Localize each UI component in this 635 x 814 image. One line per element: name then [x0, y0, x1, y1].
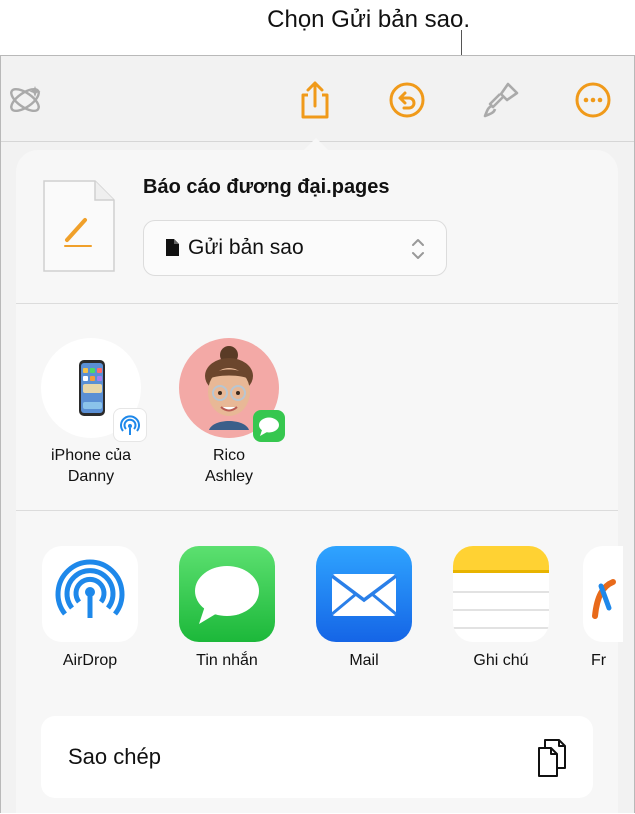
divider: [16, 510, 618, 511]
contact-name-line1: Rico: [212, 447, 245, 464]
app-label: Ghi chú: [473, 652, 529, 669]
device-avatar: [41, 338, 147, 442]
mail-app-icon: [316, 546, 412, 642]
contact-name-line2: Ashley: [204, 468, 254, 485]
paintbrush-icon[interactable]: [479, 78, 523, 122]
contact-iphone-danny[interactable]: iPhone của Danny: [36, 338, 147, 487]
share-sheet: Báo cáo đương đại.pages Gửi bản sao iPho…: [16, 150, 623, 813]
freeform-app-icon: [583, 546, 623, 642]
undo-icon[interactable]: [385, 78, 429, 122]
app-label: Mail: [349, 652, 379, 669]
copy-label: Sao chép: [68, 744, 161, 769]
app-label: Fr: [591, 652, 607, 669]
more-icon[interactable]: [571, 78, 615, 122]
messages-app-icon: [179, 546, 275, 642]
app-label: Tin nhắn: [196, 652, 258, 669]
notes-app-icon: [453, 546, 549, 642]
app-messages[interactable]: Tin nhắn: [172, 546, 282, 670]
chevron-updown-icon: [412, 239, 424, 259]
app-mail[interactable]: Mail: [309, 546, 419, 670]
airdrop-icon: [120, 415, 140, 435]
contact-name-line1: iPhone của: [50, 447, 132, 464]
document-icon: [166, 239, 179, 256]
share-icon[interactable]: [293, 78, 337, 122]
avatar: [179, 338, 285, 442]
app-label: AirDrop: [62, 652, 118, 669]
app-partial[interactable]: Fr: [583, 546, 623, 670]
message-bubble-icon: [259, 417, 279, 436]
send-option-select[interactable]: Gửi bản sao: [143, 220, 447, 276]
app-window: Báo cáo đương đại.pages Gửi bản sao iPho…: [0, 55, 635, 813]
divider: [16, 303, 618, 304]
app-notes[interactable]: Ghi chú: [446, 546, 556, 670]
airdrop-badge: [113, 408, 147, 442]
contact-name-line2: Danny: [67, 468, 115, 485]
callout-text: Chọn Gửi bản sao.: [267, 6, 470, 33]
messages-badge: [253, 410, 285, 442]
copy-icon: [538, 739, 566, 777]
copy-action[interactable]: Sao chép: [41, 716, 593, 798]
app-airdrop[interactable]: AirDrop: [35, 546, 145, 670]
toolbar: [1, 56, 634, 142]
airdrop-app-icon: [42, 546, 138, 642]
document-title: Báo cáo đương đại.pages: [143, 176, 390, 198]
send-option-label: Gửi bản sao: [188, 236, 304, 259]
sparkle-icon[interactable]: [3, 78, 47, 122]
document-thumbnail: [43, 180, 115, 272]
contact-rico-ashley[interactable]: Rico Ashley: [174, 338, 285, 487]
